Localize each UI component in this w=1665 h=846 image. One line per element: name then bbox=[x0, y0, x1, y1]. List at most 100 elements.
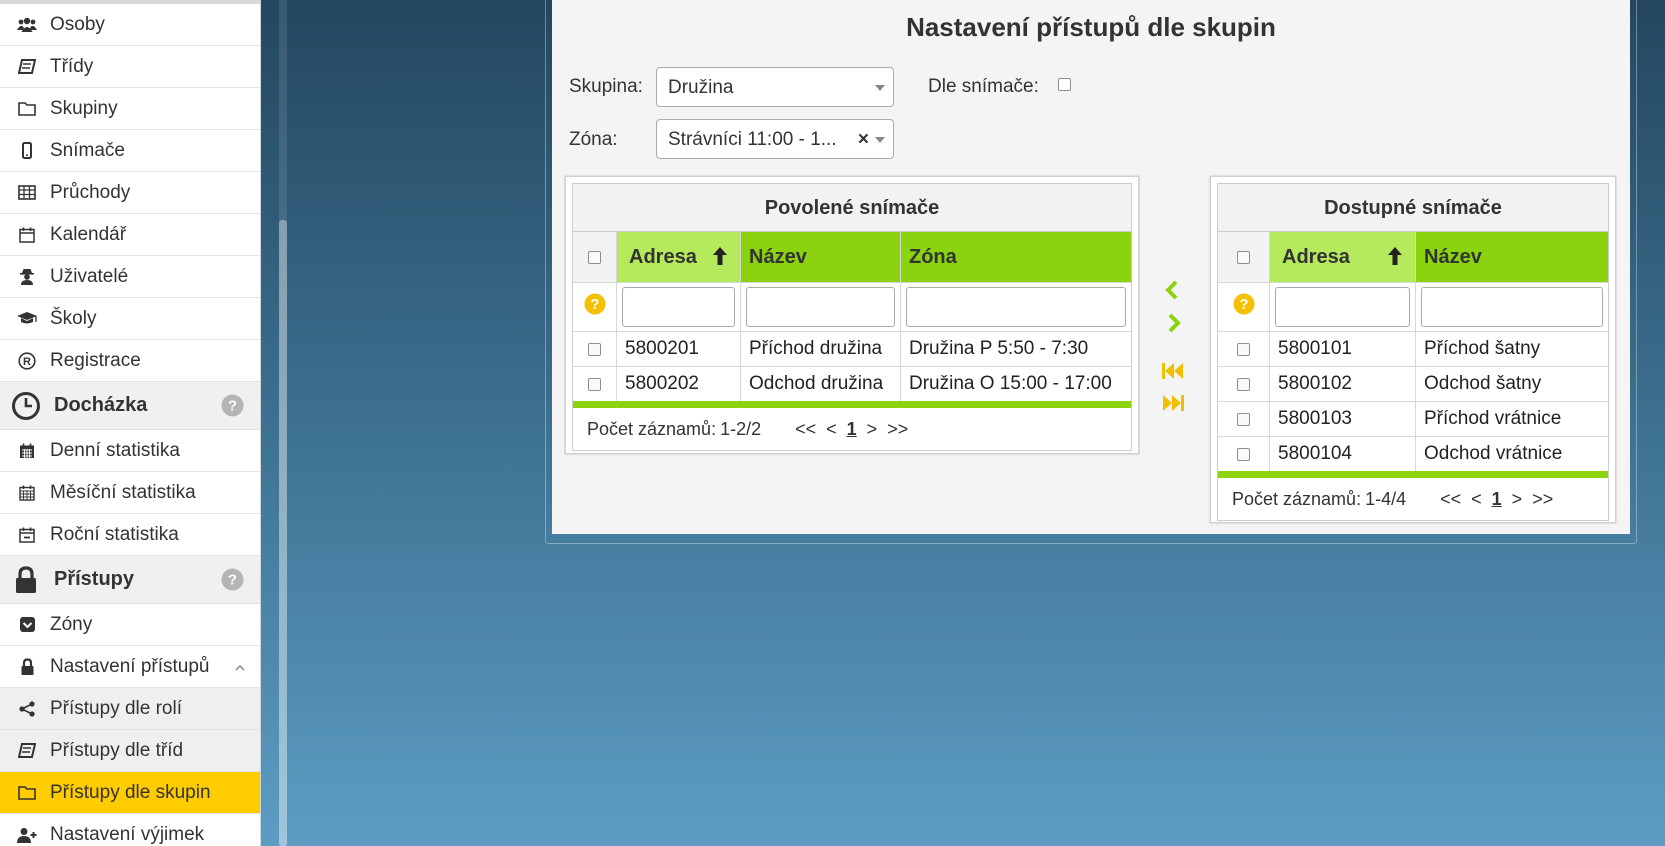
sidebar-section-pristupy[interactable]: Přístupy ? bbox=[0, 556, 260, 604]
sidebar-item-uzivatele[interactable]: Uživatelé bbox=[0, 256, 260, 298]
table-row[interactable]: 5800102 Odchod šatny bbox=[1218, 367, 1608, 402]
zone-select-value: Strávníci 11:00 - 1... bbox=[668, 129, 837, 150]
available-readers-grid: Dostupné snímače Adresa Název ? 5800101 bbox=[1217, 183, 1609, 521]
help-icon[interactable]: ? bbox=[221, 394, 244, 423]
sidebar-item-osoby[interactable]: Osoby bbox=[0, 4, 260, 46]
page-prev-button[interactable]: < bbox=[826, 419, 837, 440]
filter-adresa-input[interactable] bbox=[1275, 287, 1410, 327]
group-select[interactable]: Družina bbox=[656, 67, 894, 107]
row-checkbox-cell bbox=[1218, 402, 1270, 436]
help-icon[interactable]: ? bbox=[584, 293, 606, 321]
registered-icon: R bbox=[16, 350, 38, 372]
folder-icon bbox=[16, 98, 38, 120]
column-header-zona[interactable]: Zóna bbox=[901, 232, 1131, 282]
sidebar-scrollbar-thumb[interactable] bbox=[279, 220, 287, 846]
row-checkbox[interactable] bbox=[1237, 342, 1250, 356]
filter-nazev-input[interactable] bbox=[746, 287, 895, 327]
mobile-icon bbox=[16, 140, 38, 162]
page-last-button[interactable]: >> bbox=[1532, 489, 1553, 510]
row-checkbox[interactable] bbox=[1237, 412, 1250, 426]
sidebar-item-pristupy-dle-skupin[interactable]: Přístupy dle skupin bbox=[0, 772, 260, 814]
filter-adresa-input[interactable] bbox=[622, 287, 735, 327]
row-checkbox[interactable] bbox=[588, 377, 601, 391]
move-all-right-icon[interactable] bbox=[1162, 394, 1184, 417]
table-row[interactable]: 5800101 Příchod šatny bbox=[1218, 332, 1608, 367]
sidebar-item-label: Měsíční statistika bbox=[50, 481, 196, 503]
sidebar-item-tridy[interactable]: Třídy bbox=[0, 46, 260, 88]
record-count-value: 1-4/4 bbox=[1365, 488, 1407, 509]
sidebar-section-label: Docházka bbox=[54, 394, 148, 416]
chevron-up-icon bbox=[234, 658, 246, 680]
sidebar-item-skupiny[interactable]: Skupiny bbox=[0, 88, 260, 130]
cell-zona: Družina P 5:50 - 7:30 bbox=[909, 338, 1089, 359]
page-next-button[interactable]: > bbox=[1512, 489, 1523, 510]
table-row[interactable]: 5800201 Příchod družina Družina P 5:50 -… bbox=[573, 332, 1131, 367]
sidebar-item-pristupy-dle-roli[interactable]: Přístupy dle rolí bbox=[0, 688, 260, 730]
column-header-label: Adresa bbox=[629, 245, 697, 268]
svg-text:R: R bbox=[23, 356, 31, 368]
reader-filter-checkbox[interactable] bbox=[1058, 78, 1071, 91]
sidebar-item-skoly[interactable]: Školy bbox=[0, 298, 260, 340]
sidebar-item-zony[interactable]: Zóny bbox=[0, 604, 260, 646]
sidebar-section-dochazka[interactable]: Docházka ? bbox=[0, 382, 260, 430]
page-prev-button[interactable]: < bbox=[1471, 489, 1482, 510]
move-all-left-icon[interactable] bbox=[1162, 362, 1184, 385]
sidebar-item-nastaveni-pristupu[interactable]: Nastavení přístupů bbox=[0, 646, 260, 688]
sidebar-item-kalendar[interactable]: Kalendář bbox=[0, 214, 260, 256]
group-label: Skupina: bbox=[569, 76, 643, 97]
page-last-button[interactable]: >> bbox=[887, 419, 908, 440]
help-icon[interactable]: ? bbox=[1233, 293, 1255, 321]
help-icon[interactable]: ? bbox=[221, 568, 244, 597]
sidebar-item-pristupy-dle-trid[interactable]: Přístupy dle tříd bbox=[0, 730, 260, 772]
column-header-adresa[interactable]: Adresa bbox=[1270, 232, 1416, 282]
column-header-nazev[interactable]: Název bbox=[741, 232, 901, 282]
column-header-nazev[interactable]: Název bbox=[1416, 232, 1608, 282]
page-current-button[interactable]: 1 bbox=[847, 419, 857, 440]
table-header-row: Adresa Název Zóna bbox=[573, 232, 1131, 283]
sidebar-item-label: Přístupy dle rolí bbox=[50, 697, 182, 719]
sidebar-item-pruchody[interactable]: Průchody bbox=[0, 172, 260, 214]
sidebar-item-registrace[interactable]: R Registrace bbox=[0, 340, 260, 382]
sidebar-item-label: Školy bbox=[50, 307, 97, 329]
table-row[interactable]: 5800104 Odchod vrátnice bbox=[1218, 437, 1608, 471]
column-header-label: Adresa bbox=[1282, 245, 1350, 268]
filter-help-cell: ? bbox=[1218, 283, 1270, 331]
cell-adresa: 5800101 bbox=[1270, 332, 1416, 366]
clear-icon[interactable]: × bbox=[858, 129, 869, 151]
table-row[interactable]: 5800103 Příchod vrátnice bbox=[1218, 402, 1608, 437]
column-header-label: Název bbox=[1424, 245, 1482, 268]
sidebar-item-rocni-statistika[interactable]: Roční statistika bbox=[0, 514, 260, 556]
group-select-value: Družina bbox=[668, 77, 734, 98]
page-next-button[interactable]: > bbox=[867, 419, 878, 440]
row-checkbox-cell bbox=[573, 332, 617, 366]
page-first-button[interactable]: << bbox=[795, 419, 816, 440]
select-all-checkbox[interactable] bbox=[1237, 250, 1250, 264]
row-checkbox[interactable] bbox=[1237, 377, 1250, 391]
zone-select[interactable]: Strávníci 11:00 - 1... × bbox=[656, 119, 894, 159]
reader-filter-label: Dle snímače: bbox=[928, 76, 1039, 97]
sidebar-item-nastaveni-vyjimek[interactable]: Nastavení výjimek bbox=[0, 814, 260, 846]
sidebar-item-denni-statistika[interactable]: Denní statistika bbox=[0, 430, 260, 472]
calendar-minus-icon bbox=[16, 524, 38, 546]
move-left-icon[interactable] bbox=[1165, 280, 1179, 305]
pagination: Počet záznamů: 1-4/4 << < 1 > >> bbox=[1218, 478, 1608, 520]
row-checkbox[interactable] bbox=[1237, 447, 1250, 461]
table-row[interactable]: 5800202 Odchod družina Družina O 15:00 -… bbox=[573, 367, 1131, 401]
filter-zona-input[interactable] bbox=[906, 287, 1126, 327]
select-all-cell bbox=[573, 232, 617, 282]
page-current-button[interactable]: 1 bbox=[1492, 489, 1502, 510]
page-first-button[interactable]: << bbox=[1440, 489, 1461, 510]
sidebar-item-mesicni-statistika[interactable]: Měsíční statistika bbox=[0, 472, 260, 514]
filter-cell bbox=[741, 283, 901, 331]
allowed-readers-box: Povolené snímače Adresa Název Zóna ? 580… bbox=[565, 176, 1139, 454]
calendar-icon bbox=[16, 440, 38, 462]
filter-nazev-input[interactable] bbox=[1421, 287, 1603, 327]
column-header-adresa[interactable]: Adresa bbox=[617, 232, 741, 282]
cell-nazev: Odchod vrátnice bbox=[1424, 443, 1563, 464]
select-all-checkbox[interactable] bbox=[588, 250, 601, 264]
zone-label: Zóna: bbox=[569, 129, 618, 150]
move-right-icon[interactable] bbox=[1167, 313, 1181, 338]
row-checkbox[interactable] bbox=[588, 342, 601, 356]
sidebar-item-snimace[interactable]: Snímače bbox=[0, 130, 260, 172]
sidebar-item-label: Nastavení přístupů bbox=[50, 655, 210, 677]
